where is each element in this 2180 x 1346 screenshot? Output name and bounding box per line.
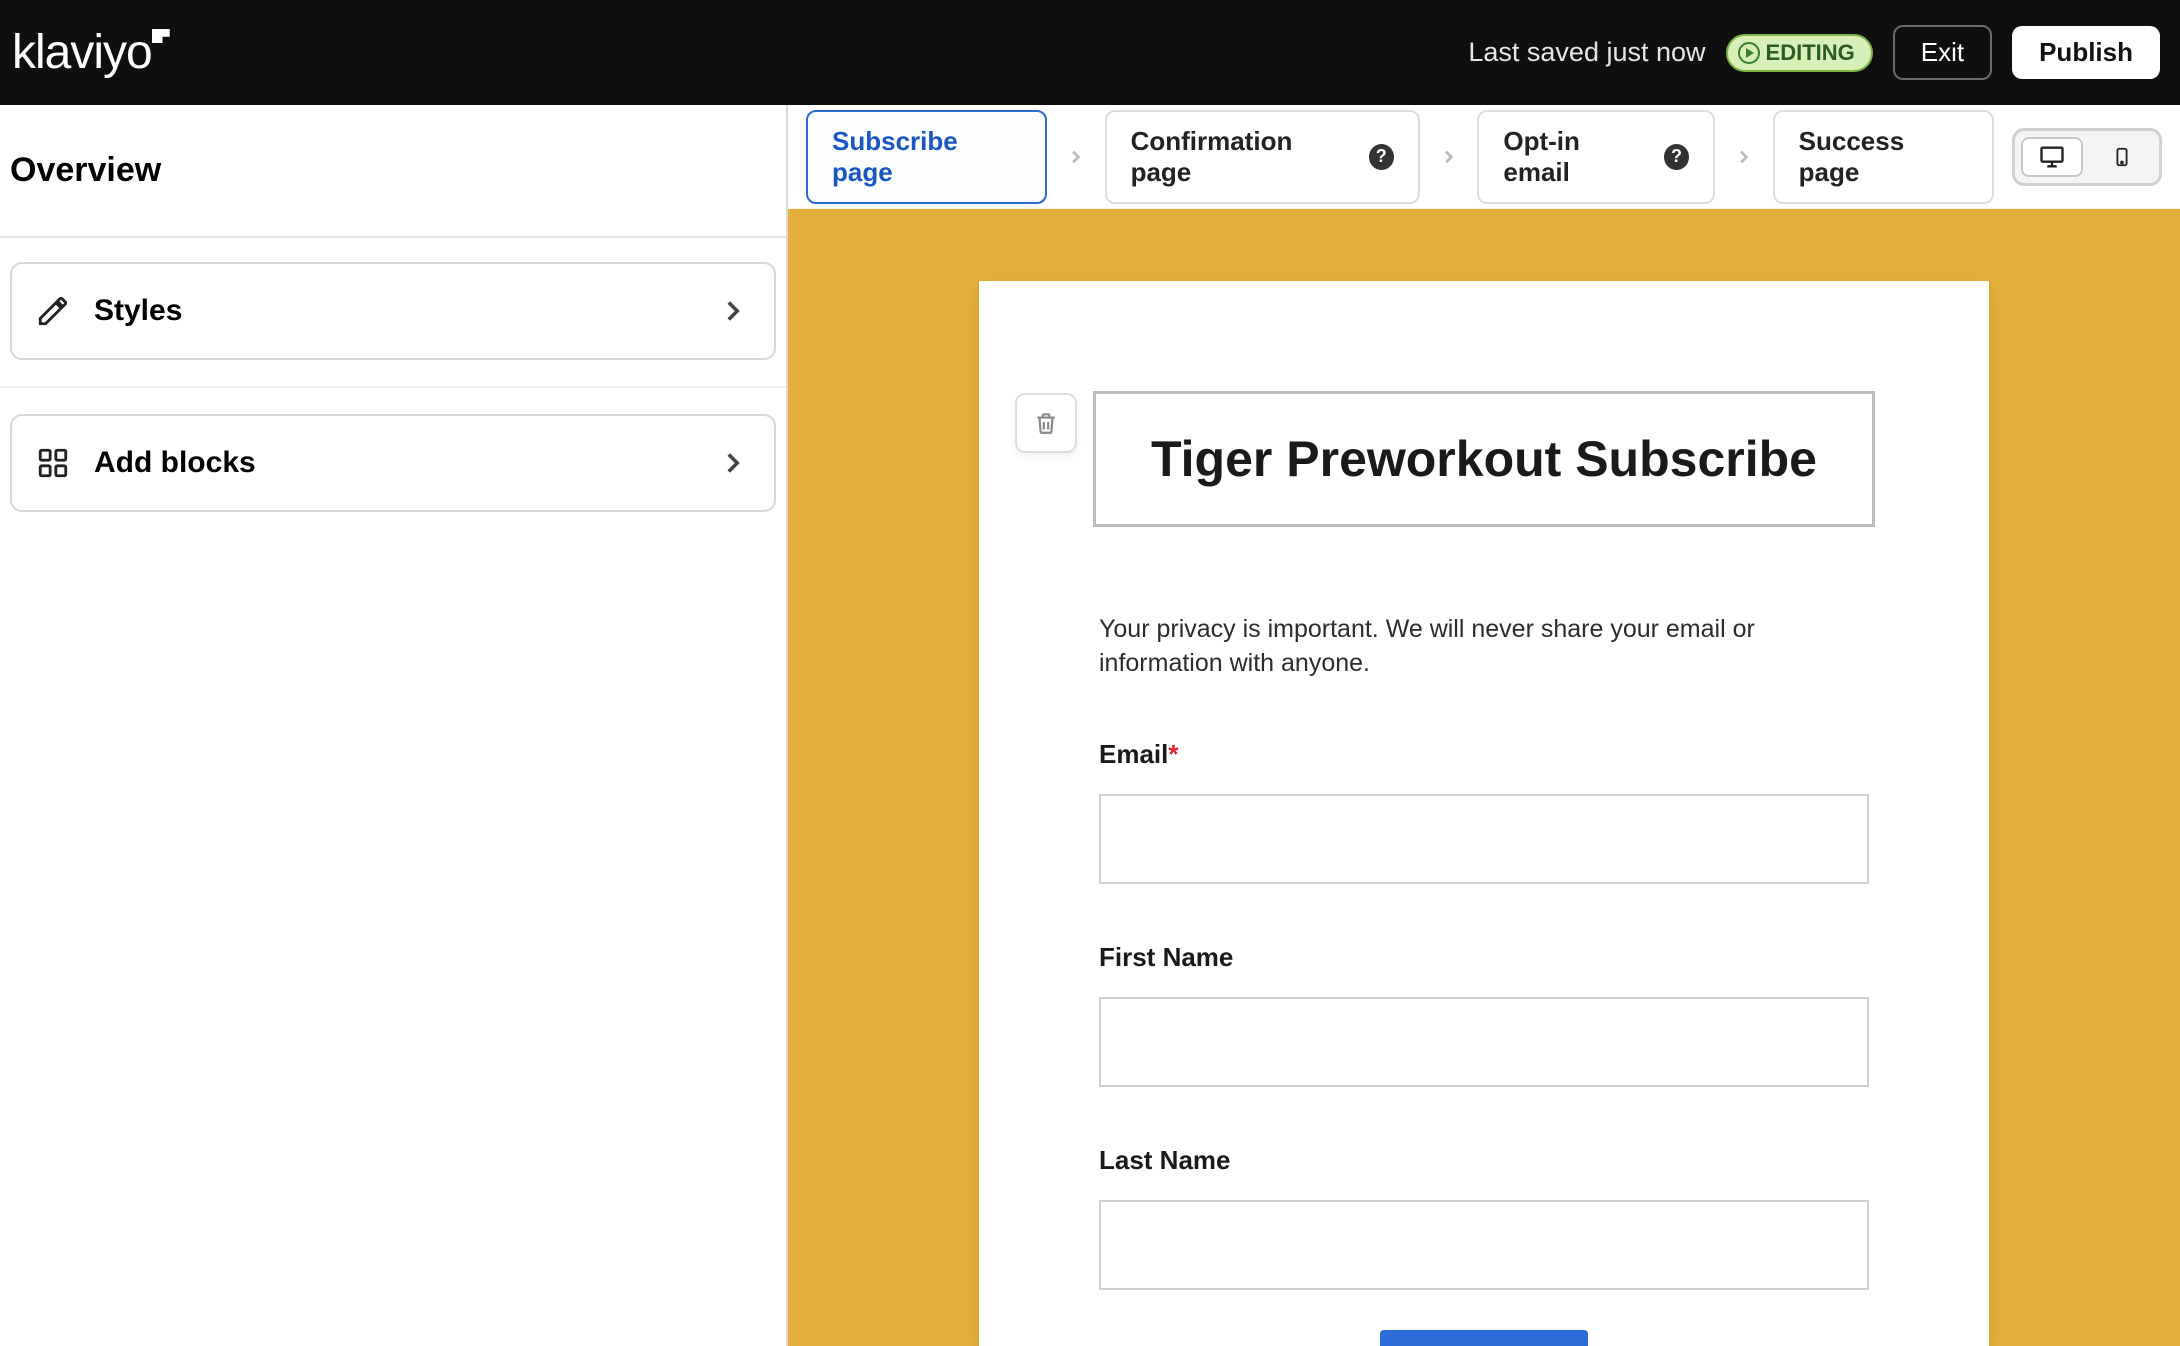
help-icon[interactable]: ?: [1664, 144, 1689, 170]
mobile-view-button[interactable]: [2091, 137, 2153, 177]
play-circle-icon: [1738, 42, 1760, 64]
step-label: Confirmation page: [1131, 126, 1355, 188]
step-success-page[interactable]: Success page: [1773, 110, 1994, 204]
delete-block-button[interactable]: [1015, 393, 1077, 453]
step-confirmation-page[interactable]: Confirmation page ?: [1105, 110, 1420, 204]
privacy-text[interactable]: Your privacy is important. We will never…: [1099, 613, 1869, 681]
field-label: Last Name: [1099, 1145, 1869, 1176]
grid-icon: [36, 446, 70, 480]
subscribe-button[interactable]: Subscribe: [1380, 1330, 1589, 1346]
last-saved-text: Last saved just now: [1468, 37, 1705, 68]
form-title-block[interactable]: Tiger Preworkout Subscribe: [1093, 391, 1875, 527]
sidebar-title: Overview: [0, 105, 786, 238]
trash-icon: [1033, 410, 1059, 436]
field-last-name: Last Name: [1099, 1145, 1869, 1290]
chevron-right-icon: [1733, 146, 1754, 168]
field-label-text: Email: [1099, 739, 1168, 769]
pencil-icon: [36, 294, 70, 328]
step-bar: Subscribe page Confirmation page ? Opt-i…: [788, 105, 2180, 209]
top-bar: klaviyo Last saved just now EDITING Exit…: [0, 0, 2180, 105]
step-label: Subscribe page: [832, 126, 1021, 188]
step-subscribe-page[interactable]: Subscribe page: [806, 110, 1047, 204]
required-asterisk: *: [1168, 739, 1178, 769]
form-card: Tiger Preworkout Subscribe Your privacy …: [979, 281, 1989, 1346]
brand-text: klaviyo: [12, 26, 152, 79]
first-name-input[interactable]: [1099, 997, 1869, 1087]
brand-logo: klaviyo: [12, 25, 170, 80]
chevron-right-icon: [716, 294, 750, 328]
last-name-input[interactable]: [1099, 1200, 1869, 1290]
sidebar-item-add-blocks[interactable]: Add blocks: [10, 414, 776, 512]
step-label: Opt-in email: [1503, 126, 1649, 188]
divider: [0, 386, 786, 388]
sidebar: Overview Styles Add blocks: [0, 105, 788, 1346]
brand-flag-icon: [152, 29, 170, 43]
field-label: First Name: [1099, 942, 1869, 973]
email-input[interactable]: [1099, 794, 1869, 884]
chevron-right-icon: [1438, 146, 1459, 168]
help-icon[interactable]: ?: [1369, 144, 1394, 170]
status-badge-label: EDITING: [1766, 40, 1855, 66]
chevron-right-icon: [1065, 146, 1086, 168]
step-opt-in-email[interactable]: Opt-in email ?: [1477, 110, 1715, 204]
mobile-icon: [2111, 143, 2133, 171]
status-badge: EDITING: [1726, 34, 1873, 72]
exit-button[interactable]: Exit: [1893, 25, 1992, 80]
chevron-right-icon: [716, 446, 750, 480]
sidebar-item-label: Add blocks: [94, 446, 256, 480]
field-email: Email*: [1099, 739, 1869, 884]
field-label: Email*: [1099, 739, 1869, 770]
sidebar-item-styles[interactable]: Styles: [10, 262, 776, 360]
steps: Subscribe page Confirmation page ? Opt-i…: [806, 110, 1994, 204]
step-label: Success page: [1799, 126, 1968, 188]
canvas-area: Tiger Preworkout Subscribe Your privacy …: [788, 209, 2180, 1346]
sidebar-item-label: Styles: [94, 294, 182, 328]
field-first-name: First Name: [1099, 942, 1869, 1087]
form-title: Tiger Preworkout Subscribe: [1151, 431, 1817, 487]
view-toggle: [2012, 128, 2162, 186]
desktop-view-button[interactable]: [2021, 137, 2083, 177]
desktop-icon: [2038, 143, 2066, 171]
publish-button[interactable]: Publish: [2012, 26, 2160, 79]
